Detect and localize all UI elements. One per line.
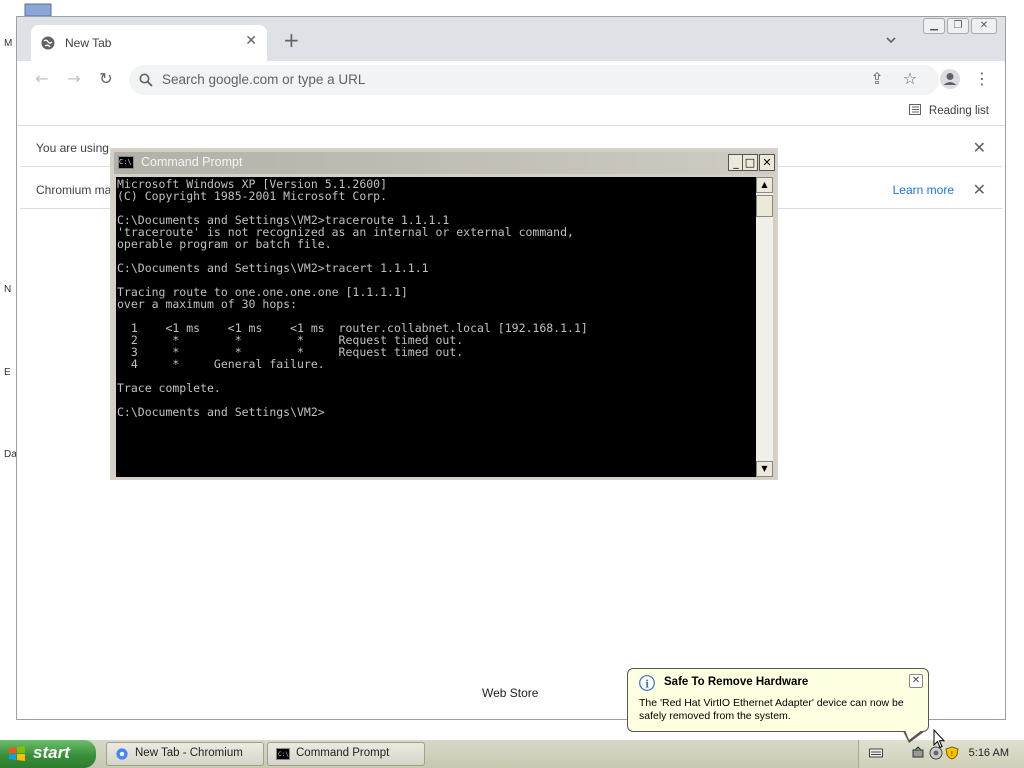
minimize-button[interactable]: ▁ xyxy=(923,18,945,34)
infobar-close-icon[interactable]: ✕ xyxy=(973,138,986,157)
infobar-text: You are using xyxy=(36,141,109,155)
balloon-title: Safe To Remove Hardware xyxy=(664,676,809,688)
desktop-icon-label[interactable]: E xyxy=(4,367,11,378)
console-output[interactable]: Microsoft Windows XP [Version 5.1.2600](… xyxy=(116,177,756,477)
console-line: C:\Documents and Settings\VM2> xyxy=(117,405,325,419)
cmd-icon: C:\ xyxy=(118,156,134,169)
cmd-maximize-button[interactable]: □ xyxy=(742,154,758,171)
safely-remove-hardware-icon[interactable] xyxy=(911,746,925,760)
security-shield-icon[interactable]: ! xyxy=(945,746,959,760)
windows-flag-icon xyxy=(9,746,25,761)
reading-list-button[interactable]: Reading list xyxy=(908,104,989,117)
scroll-thumb[interactable] xyxy=(756,195,773,217)
back-icon[interactable]: ← xyxy=(32,69,52,89)
reading-list-icon xyxy=(908,104,921,115)
learn-more-link[interactable]: Learn more xyxy=(893,183,954,197)
desktop-icon-label[interactable]: N xyxy=(4,284,11,295)
clock[interactable]: 5:16 AM xyxy=(969,747,1009,759)
profile-avatar-icon[interactable] xyxy=(939,68,961,90)
console-line: operable program or batch file. xyxy=(117,237,332,251)
reading-list-label: Reading list xyxy=(928,105,989,117)
tab-new-tab[interactable]: New Tab ✕ xyxy=(31,25,267,61)
omnibox[interactable]: Search google.com or type a URL xyxy=(129,65,939,95)
desktop-icon-label[interactable]: Da xyxy=(4,449,17,460)
console-line: C:\Documents and Settings\VM2>tracert 1.… xyxy=(117,261,429,275)
command-prompt-window[interactable]: C:\ Command Prompt _ □ ✕ Microsoft Windo… xyxy=(110,148,778,480)
balloon-message: The 'Red Hat VirtIO Ethernet Adapter' de… xyxy=(639,697,904,722)
reload-icon[interactable]: ↻ xyxy=(96,69,116,89)
close-window-button[interactable]: ✕ xyxy=(971,18,997,34)
bookmarks-bar: Reading list xyxy=(17,99,1005,126)
search-icon xyxy=(139,73,153,87)
desktop-computer-icon[interactable] xyxy=(24,2,56,16)
bookmark-star-icon[interactable]: ☆ xyxy=(900,69,920,89)
more-menu-icon[interactable]: ⋮ xyxy=(972,69,992,89)
start-button[interactable]: start xyxy=(0,740,96,768)
command-prompt-title-bar[interactable]: C:\ Command Prompt _ □ ✕ xyxy=(114,152,775,174)
svg-text:C:\: C:\ xyxy=(278,751,289,758)
keyboard-icon[interactable] xyxy=(869,746,883,760)
console-scrollbar[interactable]: ▲ ▼ xyxy=(756,177,773,477)
taskbar: start New Tab - Chromium C:\ Command Pro… xyxy=(0,740,1024,768)
balloon-tail-fill xyxy=(905,730,922,740)
window-title: Command Prompt xyxy=(141,155,243,169)
tab-strip: New Tab ✕ + ▁ ❐ ✕ xyxy=(17,17,1005,61)
close-tab-icon[interactable]: ✕ xyxy=(245,33,257,49)
cmd-close-button[interactable]: ✕ xyxy=(759,154,775,171)
console-line: (C) Copyright 1985-2001 Microsoft Corp. xyxy=(117,189,388,203)
tab-title: New Tab xyxy=(65,36,112,50)
globe-icon xyxy=(41,36,55,50)
tab-search-icon[interactable] xyxy=(885,34,897,46)
scroll-up-arrow-icon[interactable]: ▲ xyxy=(756,177,773,193)
svg-text:i: i xyxy=(645,680,649,691)
share-icon[interactable]: ⇪ xyxy=(867,69,887,89)
new-tab-button[interactable]: + xyxy=(283,30,300,50)
taskbar-button-chromium[interactable]: New Tab - Chromium xyxy=(106,742,264,766)
scroll-down-arrow-icon[interactable]: ▼ xyxy=(756,461,773,477)
omnibox-placeholder: Search google.com or type a URL xyxy=(162,72,366,87)
console-line: 4 * General failure. xyxy=(117,357,325,371)
infobar-close-icon[interactable]: ✕ xyxy=(973,180,986,199)
infobar-text: Chromium ma xyxy=(36,183,112,197)
info-icon: i xyxy=(639,675,655,691)
cmd-icon: C:\ xyxy=(276,748,290,760)
web-store-shortcut-label[interactable]: Web Store xyxy=(482,686,538,700)
svg-text:!: ! xyxy=(951,750,954,758)
notification-balloon[interactable]: i Safe To Remove Hardware ✕ The 'Red Hat… xyxy=(627,668,929,732)
console-line: over a maximum of 30 hops: xyxy=(117,297,298,311)
forward-icon[interactable]: → xyxy=(64,69,84,89)
browser-toolbar: ← → ↻ Search google.com or type a URL ⇪ … xyxy=(17,61,1005,97)
taskbar-button-command-prompt[interactable]: C:\ Command Prompt xyxy=(267,742,425,766)
balloon-close-icon[interactable]: ✕ xyxy=(909,674,923,688)
taskbar-button-label: Command Prompt xyxy=(296,747,390,759)
desktop-icon-label[interactable]: M xyxy=(4,38,12,49)
chromium-icon xyxy=(116,748,128,760)
start-label: start xyxy=(33,743,70,762)
restore-button[interactable]: ❐ xyxy=(947,18,969,34)
mouse-pointer-icon xyxy=(933,729,945,749)
console-line: Trace complete. xyxy=(117,381,221,395)
taskbar-button-label: New Tab - Chromium xyxy=(135,747,243,759)
